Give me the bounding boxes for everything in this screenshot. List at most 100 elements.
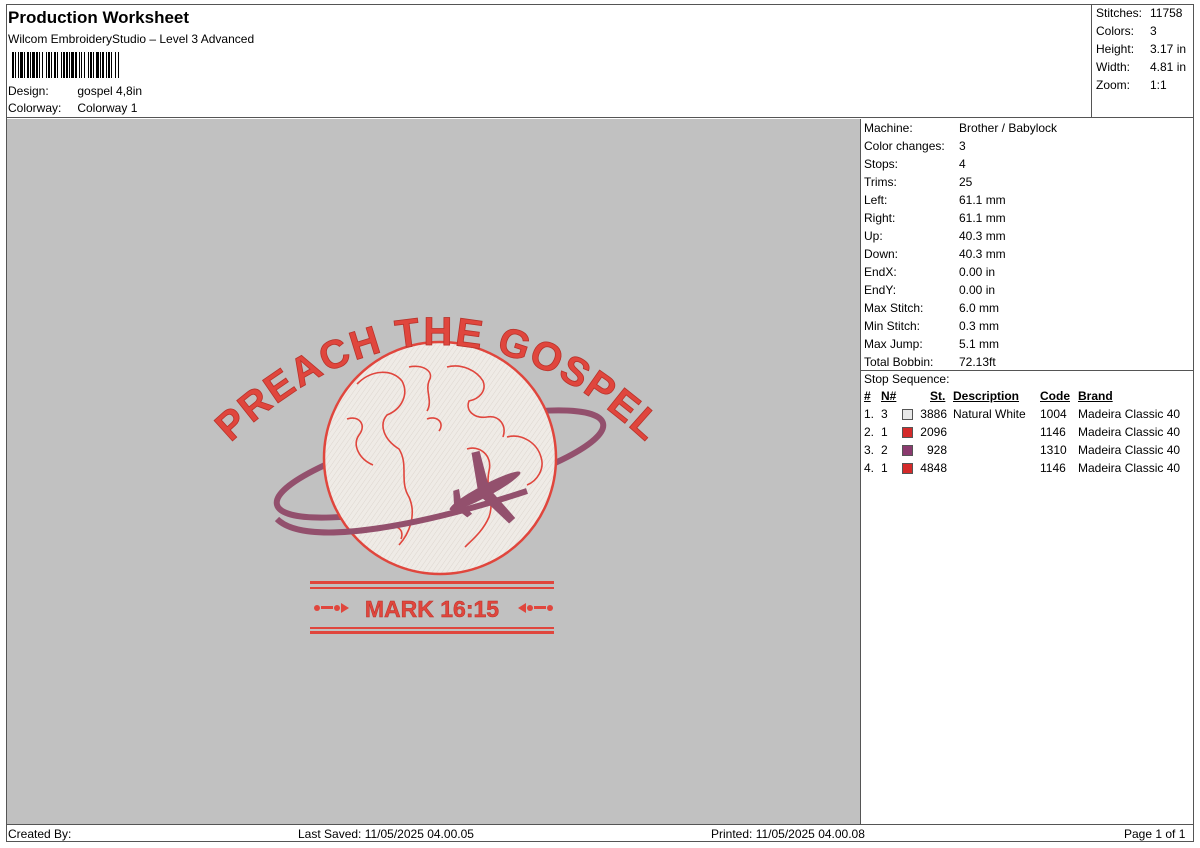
barcode-bar [66,52,68,78]
bottom-rule-line-thin [310,627,554,629]
barcode-bar [32,52,35,78]
printed-date: Printed: 11/05/2025 04.00.08 [711,827,865,841]
stop-cell-brand: Madeira Classic 40 [1078,443,1181,457]
summary-value: 3.17 in [1150,42,1187,56]
stop-cell-code: 1146 [1040,425,1066,439]
stop-cell-brand: Madeira Classic 40 [1078,461,1181,475]
globe-shape [322,340,558,576]
stop-cell-code: 1310 [1040,443,1067,457]
embroidery-design-image: PREACH THE GOSPEL MARK 16:15 [207,310,669,634]
machine-info-row: Min Stitch: 0.3 mm [864,319,999,333]
stop-cell-st: 4848 [920,461,947,475]
machine-info-value: 3 [959,139,966,153]
created-by: Created By: [8,827,72,841]
machine-info-label: Left: [864,193,888,207]
summary-label: Stitches: [1096,6,1143,20]
page-title: Production Worksheet [8,8,190,27]
machine-info-label: Total Bobbin: [864,355,934,369]
barcode-bar [63,52,65,78]
stop-header-num: # [864,389,871,403]
verse-text: MARK 16:15 [365,596,499,622]
color-swatch-icon [902,463,913,474]
barcode-bar [39,52,40,78]
barcode-bar [51,52,52,78]
stop-cell-n: 1 [881,461,888,475]
design-value: gospel 4,8in [77,84,143,98]
machine-info-label: EndX: [864,265,897,279]
barcode-bar [48,52,50,78]
stop-header-code: Code [1040,389,1070,403]
colorway-row: Colorway: Colorway 1 [8,101,137,115]
machine-info-label: Up: [864,229,883,243]
stop-sequence-title: Stop Sequence: [864,372,950,386]
stop-cell-st: 2096 [920,425,947,439]
machine-info-row: Max Stitch: 6.0 mm [864,301,999,315]
stop-cell-st: 3886 [920,407,947,421]
barcode-bar [27,52,29,78]
barcode-bar [88,52,89,78]
barcode-bar [90,52,92,78]
barcode-bar [102,52,104,78]
machine-info-label: Stops: [864,157,899,171]
machine-info-row: Up: 40.3 mm [864,229,1006,243]
barcode-bar [24,52,25,78]
summary-label: Colors: [1096,24,1135,38]
machine-info-label: EndY: [864,283,897,297]
section-divider [861,370,1194,371]
stop-cell-n: 1 [881,425,888,439]
right-ornament-icon [518,603,553,613]
stop-header-brand: Brand [1078,389,1113,403]
machine-info-row: EndX: 0.00 in [864,265,995,279]
stop-cell-num: 3. [864,443,875,457]
barcode-bar [81,52,82,78]
summary-value: 11758 [1150,6,1183,20]
machine-info-row: Max Jump: 5.1 mm [864,337,999,351]
barcode-bar [42,52,43,78]
machine-info-row: Stops: 4 [864,157,966,171]
machine-info-value: 61.1 mm [959,211,1006,225]
barcode-bar [30,52,31,78]
stop-cell-code: 1146 [1040,461,1066,475]
barcode-bar [79,52,80,78]
worksheet-header: Production Worksheet Wilcom EmbroiderySt… [6,4,1092,118]
barcode-bar [61,52,62,78]
barcode-bar [111,52,112,78]
page-number: Page 1 of 1 [1124,827,1186,841]
summary-colors: Colors: 3 [1096,24,1157,38]
left-ornament-icon [314,603,349,613]
machine-info-value: 0.3 mm [959,319,1000,333]
stop-cell-n: 3 [881,407,888,421]
machine-info-value: 40.3 mm [959,229,1006,243]
colorway-value: Colorway 1 [77,101,138,115]
top-rule-line [310,581,554,584]
barcode-bar [96,52,99,78]
barcode-bar [115,52,116,78]
stop-cell-num: 1. [864,407,875,421]
stop-header-n: N# [881,389,897,403]
machine-info-row: Trims: 25 [864,175,972,189]
summary-zoom: Zoom: 1:1 [1096,78,1167,92]
color-swatch-icon [902,427,913,438]
machine-info-panel: Machine: Brother / Babylock Color changes:… [861,119,1194,824]
machine-info-label: Max Stitch: [864,301,924,315]
barcode-bar [18,52,19,78]
barcode-bar [106,52,107,78]
summary-label: Width: [1096,60,1131,74]
barcode-bar [118,52,119,78]
barcode-bar [15,52,16,78]
stop-cell-description: Natural White [953,407,1026,421]
barcode-bar [108,52,110,78]
machine-info-label: Down: [864,247,899,261]
barcode-bar [75,52,77,78]
machine-info-label: Trims: [864,175,897,189]
barcode-bar [84,52,85,78]
barcode-bar [93,52,94,78]
worksheet-footer: Created By: Last Saved: 11/05/2025 04.00… [6,824,1194,842]
colorway-label: Colorway: [8,101,62,115]
summary-value: 1:1 [1150,78,1167,92]
stop-cell-num: 4. [864,461,875,475]
barcode-bar [57,52,58,78]
stop-cell-brand: Madeira Classic 40 [1078,425,1181,439]
machine-info-row: Machine: Brother / Babylock [864,121,1057,135]
summary-label: Height: [1096,42,1135,56]
